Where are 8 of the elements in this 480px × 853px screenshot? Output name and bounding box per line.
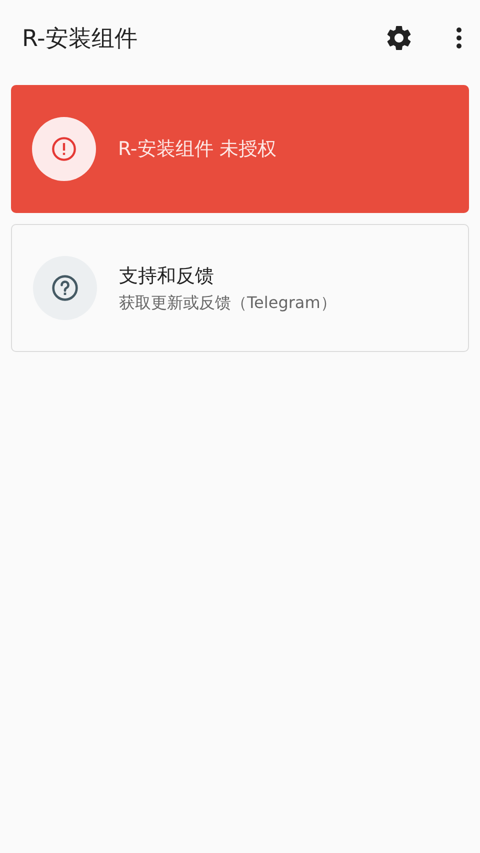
card-title: 支持和反馈 bbox=[119, 264, 215, 288]
warning-icon bbox=[51, 136, 77, 162]
app-title: R-安装组件 bbox=[22, 24, 138, 54]
support-card[interactable]: 支持和反馈 获取更新或反馈（Telegram） bbox=[11, 224, 469, 352]
more-options-icon[interactable] bbox=[456, 27, 462, 49]
help-icon bbox=[51, 274, 79, 302]
card-subtitle: 获取更新或反馈（Telegram） bbox=[119, 292, 336, 314]
card-title: R-安装组件 未授权 bbox=[118, 137, 276, 162]
